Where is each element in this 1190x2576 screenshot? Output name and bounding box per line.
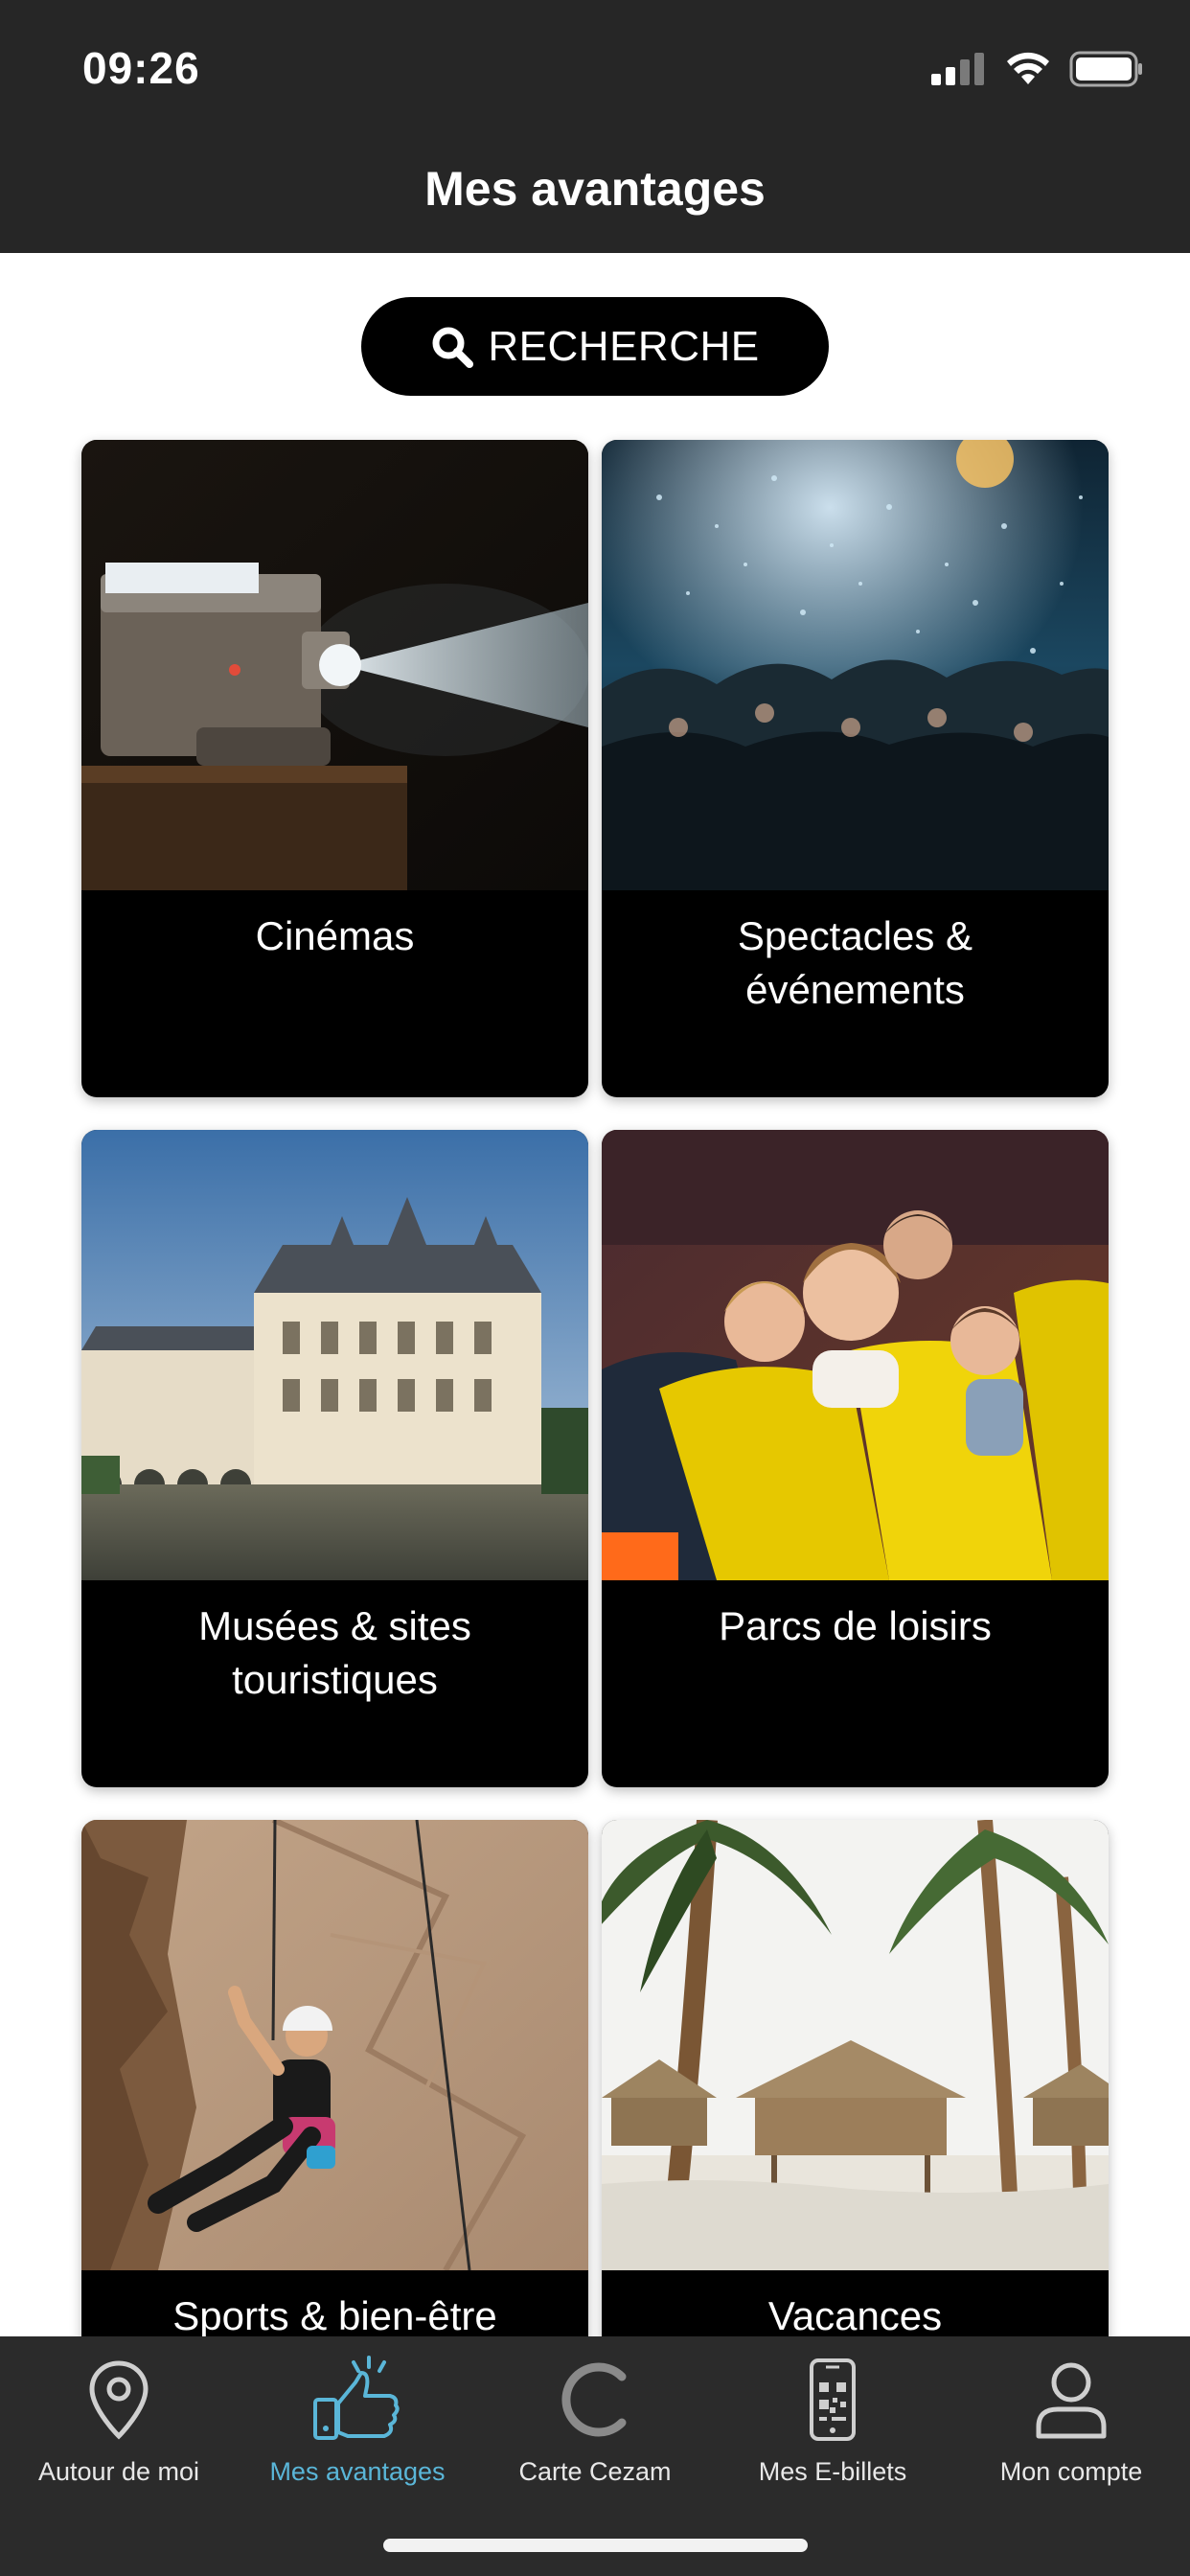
status-time: 09:26 [82,43,200,93]
tab-carte-cezam[interactable]: Carte Cezam [476,2336,714,2528]
wifi-icon [1007,52,1049,84]
app-header: 09:26 Mes avantages [0,0,1190,253]
tab-autour-de-moi[interactable]: Autour de moi [0,2336,238,2528]
tab-label: Carte Cezam [518,2457,672,2486]
bottom-tab-bar: Autour de moi Mes avantages Carte Cezam [0,2336,1190,2576]
category-card-parcs[interactable]: Parcs de loisirs [602,1130,1109,1787]
tab-mes-avantages[interactable]: Mes avantages [239,2336,476,2528]
category-card-spectacles[interactable]: Spectacles & événements [602,440,1109,1097]
status-icons [931,50,1144,88]
category-label: Musées & sites touristiques [198,1603,471,1702]
home-indicator[interactable] [383,2539,808,2552]
category-card-cinemas[interactable]: Cinémas [81,440,588,1097]
battery-icon [1069,51,1142,87]
category-label: Parcs de loisirs [719,1603,992,1648]
search-icon [432,327,474,368]
search-button[interactable]: RECHERCHE [361,297,829,396]
chateau-photo [81,1130,588,1580]
signal-icon [931,53,984,85]
location-pin-icon [89,2360,149,2440]
roller-coaster-photo [602,1130,1109,1580]
film-projector-photo [81,440,588,890]
category-label: Vacances [767,2293,943,2338]
cezam-c-icon [561,2362,627,2437]
concert-crowd-photo [602,440,1109,890]
user-icon [1036,2362,1107,2439]
search-label: RECHERCHE [488,322,760,370]
beach-huts-photo [602,1820,1109,2270]
page-title: Mes avantages [424,162,766,216]
tab-label: Mon compte [999,2457,1143,2486]
tab-label: Mes avantages [269,2457,446,2486]
thumbs-up-icon [313,2356,400,2440]
tab-mon-compte[interactable]: Mon compte [952,2336,1190,2528]
phone-qr-icon [810,2358,856,2441]
tab-label: Autour de moi [37,2457,200,2486]
category-label: Sports & bien-être [172,2293,497,2338]
category-label: Spectacles & événements [737,913,973,1012]
climber-photo [81,1820,588,2270]
tab-label: Mes E-billets [758,2457,907,2486]
category-card-musees[interactable]: Musées & sites touristiques [81,1130,588,1787]
tab-mes-e-billets[interactable]: Mes E-billets [714,2336,951,2528]
category-label: Cinémas [255,913,415,958]
